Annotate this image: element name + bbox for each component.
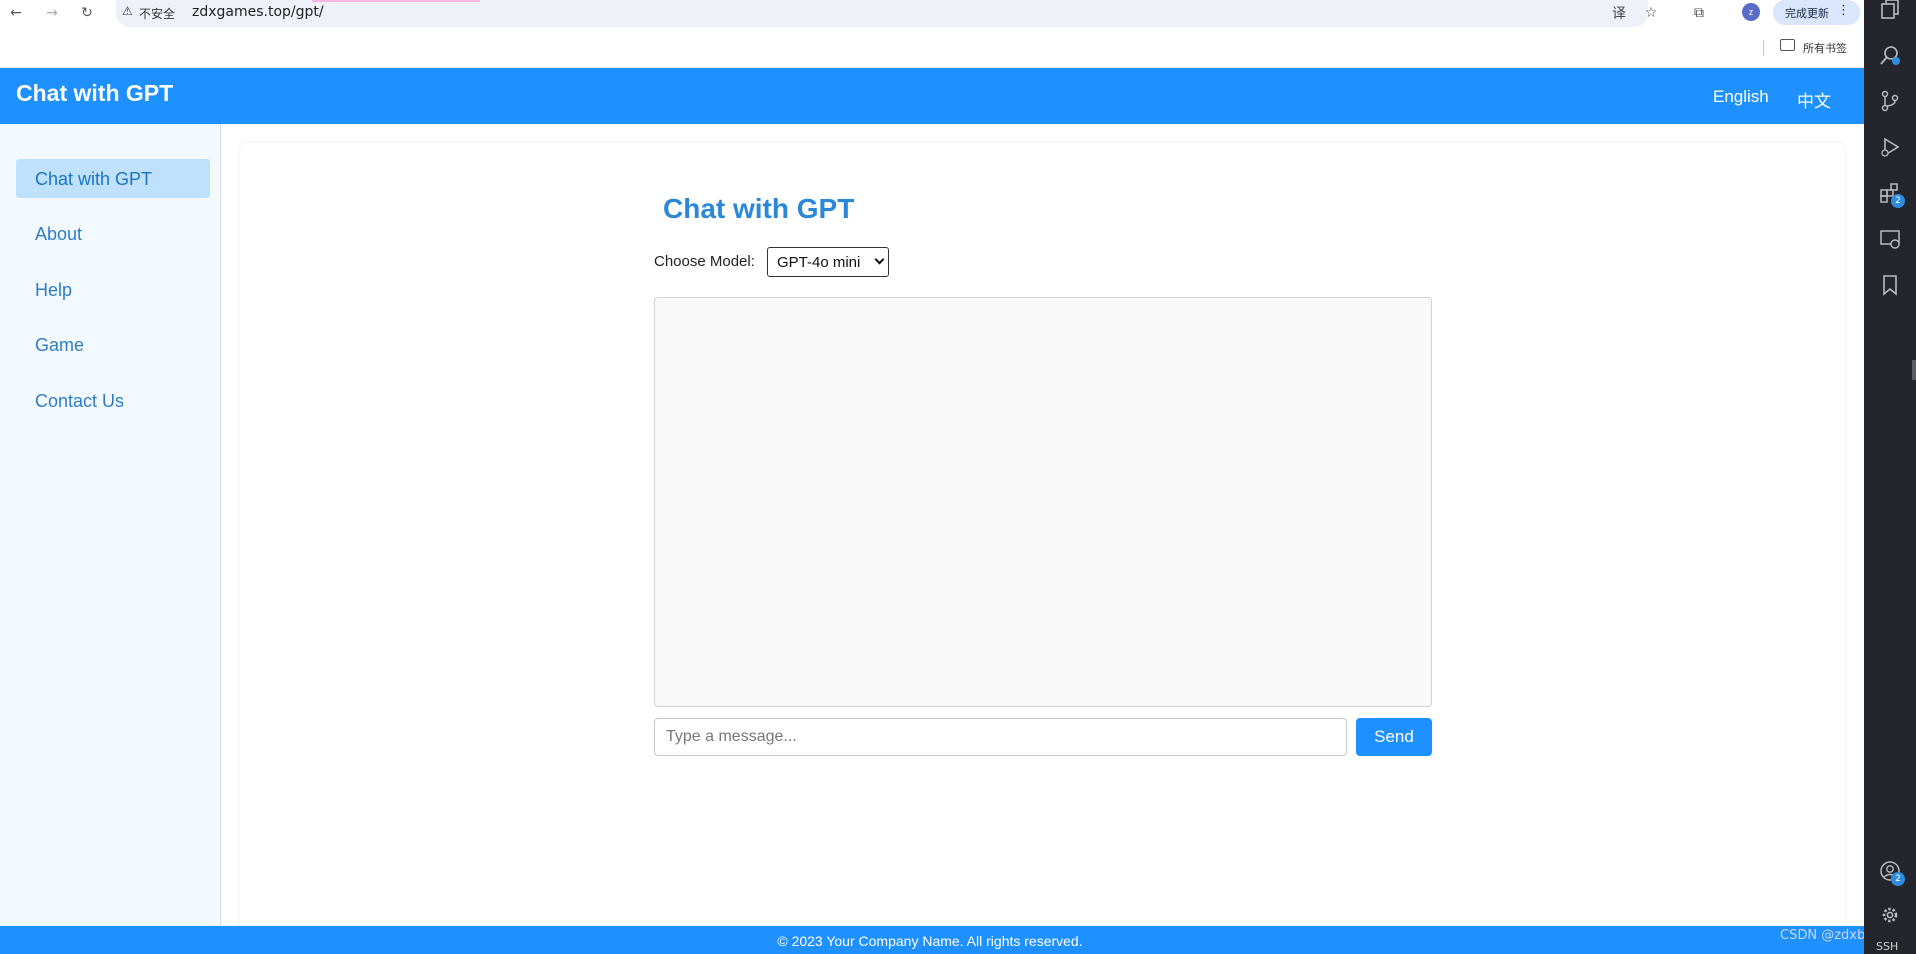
sidebar: Chat with GPT About Help Game Contact Us — [0, 124, 221, 926]
remote-ssh-indicator[interactable]: SSH — [1876, 940, 1898, 953]
update-button[interactable]: 完成更新 ⋮ — [1773, 0, 1860, 25]
all-bookmarks-link[interactable]: 所有书签 — [1803, 40, 1847, 56]
puzzle-icon: ⧉ — [1694, 5, 1704, 21]
site-footer: © 2023 Your Company Name. All rights res… — [0, 926, 1864, 954]
translate-button[interactable]: 译 — [1608, 2, 1630, 24]
editor-activity-bar: 2 2 — [1864, 0, 1916, 954]
browser-toolbar: ← → ↻ ⚠ 不安全 zdxgames.top/gpt/ 译 ☆ ⧉ z 完成… — [0, 0, 1864, 28]
extensions-icon[interactable]: 2 — [1875, 178, 1905, 208]
address-bar[interactable] — [116, 0, 1648, 27]
message-input[interactable]: Type a message... — [654, 718, 1347, 756]
back-button[interactable]: ← — [5, 2, 27, 24]
model-label: Choose Model: — [654, 253, 755, 270]
search-icon[interactable] — [1875, 40, 1905, 70]
arrow-right-icon: → — [46, 5, 58, 21]
settings-icon[interactable] — [1875, 900, 1905, 930]
site-title[interactable]: Chat with GPT — [16, 80, 173, 107]
lang-english-link[interactable]: English — [1713, 87, 1769, 107]
more-menu-icon: ⋮ — [1837, 3, 1850, 18]
warning-icon: ⚠ — [122, 4, 133, 18]
translate-icon: 译 — [1612, 6, 1626, 22]
sidebar-item-about[interactable]: About — [16, 214, 210, 253]
sidebar-item-contact-us[interactable]: Contact Us — [16, 381, 210, 420]
sidebar-item-chat-with-gpt[interactable]: Chat with GPT — [16, 159, 210, 198]
page-title: Chat with GPT — [663, 193, 855, 224]
reload-button[interactable]: ↻ — [76, 2, 98, 24]
arrow-left-icon: ← — [10, 5, 22, 21]
bookmark-star-button[interactable]: ☆ — [1640, 2, 1662, 24]
extensions-button[interactable]: ⧉ — [1688, 2, 1710, 24]
source-control-icon[interactable] — [1875, 86, 1905, 116]
account-icon[interactable]: 2 — [1875, 856, 1905, 886]
security-status[interactable]: 不安全 — [139, 5, 175, 22]
model-select-value: GPT-4o mini — [777, 253, 861, 271]
copy-icon[interactable] — [1875, 0, 1905, 24]
activity-scrollbar[interactable] — [1912, 360, 1916, 380]
footer-copyright: © 2023 Your Company Name. All rights res… — [777, 933, 1083, 949]
run-debug-icon[interactable] — [1875, 132, 1905, 162]
model-select[interactable]: GPT-4o mini — [767, 247, 889, 277]
account-badge: 2 — [1891, 872, 1905, 886]
send-button[interactable]: Send — [1356, 718, 1432, 756]
chevron-down-icon — [874, 254, 885, 265]
bookmarks-bar: 所有书签 — [0, 28, 1864, 68]
reload-icon: ↻ — [81, 5, 93, 21]
extensions-badge: 2 — [1891, 194, 1905, 208]
lang-chinese-link[interactable]: 中文 — [1797, 87, 1831, 112]
forward-button[interactable]: → — [41, 2, 63, 24]
star-icon: ☆ — [1644, 5, 1658, 21]
sidebar-item-help[interactable]: Help — [16, 270, 210, 309]
update-button-label: 完成更新 — [1785, 6, 1829, 20]
sidebar-item-game[interactable]: Game — [16, 325, 210, 364]
site-header: Chat with GPT English 中文 — [0, 68, 1864, 124]
profile-avatar[interactable]: z — [1742, 3, 1760, 21]
url-text[interactable]: zdxgames.top/gpt/ — [192, 4, 324, 20]
chat-messages-box[interactable] — [654, 297, 1432, 707]
bookmark-icon[interactable] — [1875, 270, 1905, 300]
bookmarks-separator — [1763, 40, 1764, 56]
address-bar-highlight — [312, 0, 480, 2]
remote-explorer-icon[interactable] — [1875, 224, 1905, 254]
folder-icon[interactable] — [1780, 39, 1795, 51]
